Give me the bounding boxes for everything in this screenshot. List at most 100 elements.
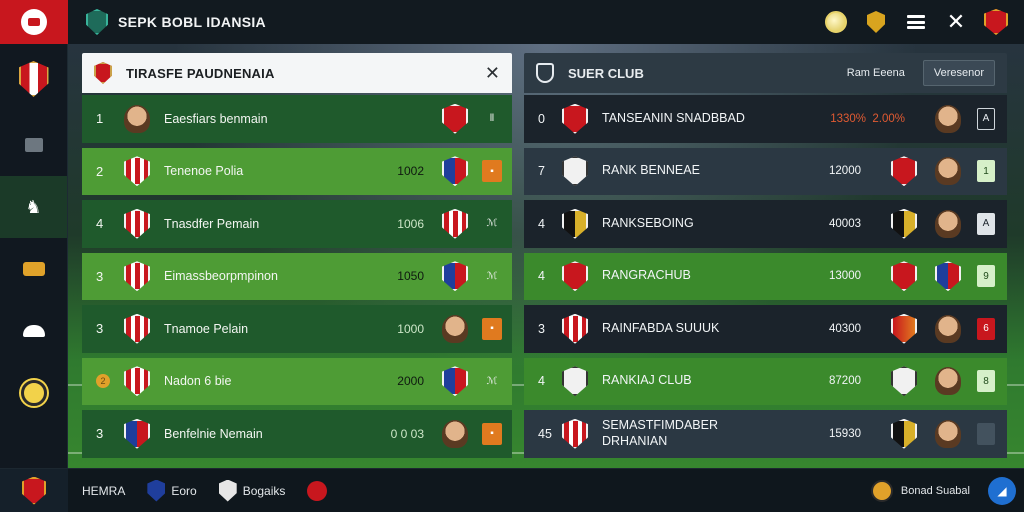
player-row[interactable]: 2 Tenenoe Polia 1002 ▪ (82, 147, 512, 195)
player-rank: 3 (96, 268, 104, 284)
transfer-panel: TIRASFE PAUDNENAIA ✕ 1 Eaesfiars benmain… (82, 53, 512, 458)
club-rank: 45 (538, 426, 552, 441)
club-row[interactable]: 0 TANSEANIN SNADBBAD 1330% 2.00% A (524, 95, 1007, 143)
menu-icon (907, 15, 925, 29)
bottom-tab-club[interactable] (307, 480, 328, 501)
shield-icon (536, 63, 554, 83)
club-crest-icon (562, 418, 588, 449)
club-score: 40300 (829, 322, 861, 335)
app-logo-button[interactable] (0, 0, 68, 44)
club-row[interactable]: 4 RANKSEBOING 40003 A (524, 200, 1007, 248)
club-crest-icon (891, 366, 917, 397)
club-tag[interactable]: A (977, 107, 995, 130)
menu-button[interactable] (896, 6, 936, 38)
info-icon[interactable]: ℳ (482, 265, 502, 287)
top-actions: ✕ (816, 6, 1016, 38)
coin-icon (870, 480, 893, 502)
club-crest-icon (891, 261, 917, 292)
sidebar-item-squad[interactable] (0, 114, 67, 176)
player-name: Eimassbeorpmpinon (164, 269, 278, 284)
sidebar-item-transfers[interactable]: ♞ (0, 176, 67, 238)
club-tag[interactable]: 9 (977, 265, 995, 288)
player-rank: 2 (96, 163, 104, 179)
player-avatar (442, 419, 468, 448)
bottom-tab-bogaiks[interactable]: Bogaiks (218, 479, 286, 502)
club-crest-icon (124, 261, 150, 292)
club-row[interactable]: 45 SEMASTFIMDABER DRHANIAN 15930 (524, 410, 1007, 458)
tab-label: HEMRA (82, 483, 126, 498)
club-crest-icon (562, 156, 588, 187)
bottom-bar: HEMRA Eoro Bogaiks Bonad Suabal ◢ (0, 468, 1024, 512)
sidebar-item-tickets[interactable] (0, 238, 67, 300)
club-score: 12000 (829, 165, 861, 178)
player-name: Tnasdfer Pemain (164, 216, 260, 231)
player-value: 1000 (397, 321, 424, 336)
action-tag[interactable]: ▪ (482, 160, 502, 183)
club-crest-icon (442, 208, 468, 239)
profile-club-button[interactable] (976, 6, 1016, 38)
sidebar-item-club[interactable] (0, 44, 67, 114)
player-row[interactable]: 3 Eimassbeorpmpinon 1050 ℳ (82, 252, 512, 300)
ball-button[interactable] (816, 6, 856, 38)
jersey-icon (442, 156, 468, 187)
club-tag[interactable]: 6 (977, 317, 995, 340)
player-value: 0 0 03 (390, 426, 424, 441)
club-crest-icon (218, 479, 237, 502)
club-crest-icon (124, 208, 150, 239)
sidebar-item-staff[interactable] (0, 300, 67, 362)
club-row[interactable]: 7 RANK BENNEAE 12000 1 (524, 147, 1007, 195)
gold-ticket-icon (22, 262, 45, 276)
club-tag[interactable]: 8 (977, 370, 995, 393)
sidebar-item-coins[interactable] (0, 362, 67, 424)
club-tag[interactable] (977, 422, 995, 445)
close-button[interactable]: ✕ (936, 6, 976, 38)
club-crest-icon (442, 103, 468, 134)
chat-button[interactable]: ◢ (988, 477, 1016, 505)
player-row[interactable]: 4 Tnasdfer Pemain 1006 ℳ (82, 200, 512, 248)
player-row[interactable]: 3 Tnamoe Pelain 1000 ▪ (82, 305, 512, 353)
action-tag[interactable]: ▪ (482, 422, 502, 445)
player-row[interactable]: 1 Eaesfiars benmain Ⅱ (82, 95, 512, 143)
ball-icon (825, 11, 847, 33)
club-crest-icon (147, 479, 166, 502)
cap-icon (22, 325, 45, 337)
app-title: SEPK BOBL IDANSIA (118, 14, 266, 30)
club-crest-icon (124, 313, 150, 344)
tab-label: Bogaiks (242, 483, 286, 498)
manager-avatar (935, 157, 961, 186)
action-tag[interactable]: ▪ (482, 317, 502, 340)
horse-icon: ♞ (25, 197, 42, 217)
player-avatar (442, 314, 468, 343)
player-row[interactable]: 3 Benfelnie Nemain 0 0 03 ▪ (82, 410, 512, 458)
shield-icon (86, 9, 108, 35)
home-button[interactable] (0, 468, 68, 512)
club-tag[interactable]: A (977, 212, 995, 235)
club-score: 87200 (829, 375, 861, 388)
info-icon[interactable]: ℳ (482, 213, 502, 235)
trophy-button[interactable] (856, 6, 896, 38)
info-icon[interactable]: Ⅱ (482, 108, 502, 130)
panel-title: TIRASFE PAUDNENAIA (126, 65, 275, 81)
club-tag[interactable]: 1 (977, 160, 995, 183)
club-row[interactable]: 4 RANGRACHUB 13000 9 (524, 252, 1007, 300)
close-panel-button[interactable]: ✕ (485, 63, 500, 84)
player-rank: 2 (96, 374, 110, 389)
close-icon: ✕ (946, 9, 966, 34)
club-row[interactable]: 4 RANKIAJ CLUB 87200 8 (524, 357, 1007, 405)
column-header-value[interactable]: Veresenor (922, 60, 995, 86)
club-row[interactable]: 3 RAINFABDA SUUUK 40300 6 (524, 305, 1007, 353)
square-icon (24, 138, 43, 152)
player-value: 1050 (397, 269, 424, 284)
column-header-rank[interactable]: Ram Eeena (837, 61, 915, 85)
club-crest-icon (891, 156, 917, 187)
manager-avatar (935, 104, 961, 133)
info-icon[interactable]: ℳ (482, 370, 502, 392)
jersey-icon (935, 261, 961, 292)
bottom-tab-eoro[interactable]: Eoro (147, 479, 197, 502)
coin-icon (20, 380, 47, 406)
club-panel-header: SUER CLUB Ram Eeena Veresenor (524, 53, 1007, 93)
club-name: RANGRACHUB (602, 268, 691, 283)
player-row[interactable]: 2 Nadon 6 bie 2000 ℳ (82, 357, 512, 405)
player-name: Tnamoe Pelain (164, 321, 249, 336)
bottom-tab-hemra[interactable]: HEMRA (82, 484, 125, 498)
